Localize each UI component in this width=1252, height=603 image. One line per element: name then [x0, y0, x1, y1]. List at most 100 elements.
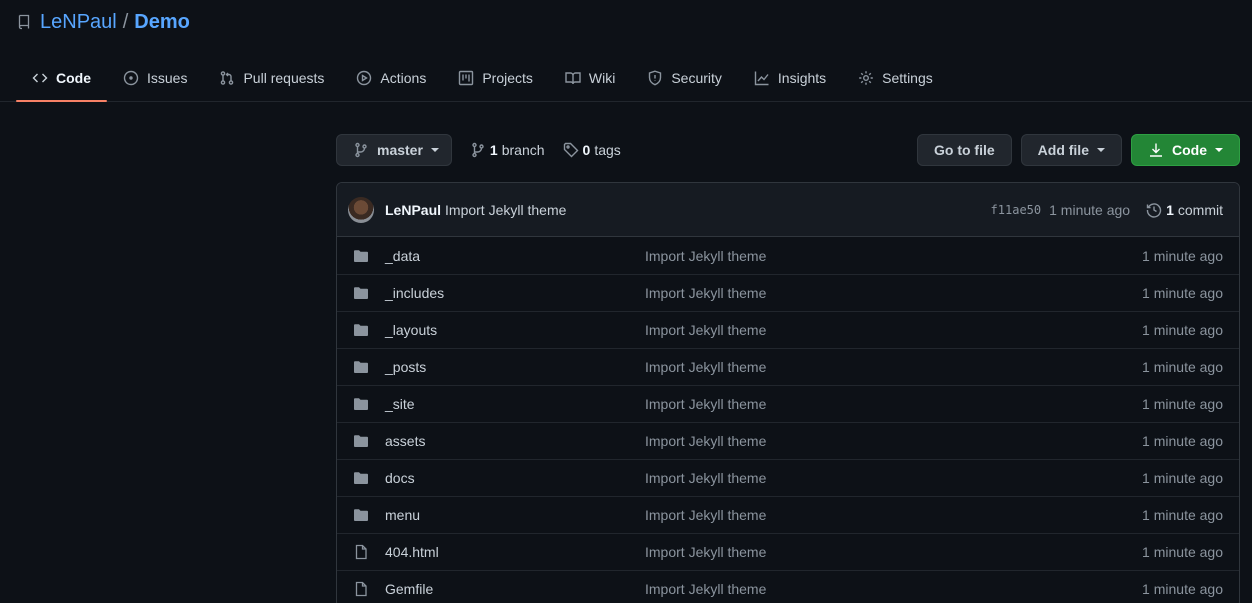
file-name-link[interactable]: Gemfile: [385, 581, 645, 597]
file-icon: [353, 581, 369, 597]
branch-name: master: [377, 142, 423, 158]
folder-icon: [353, 507, 369, 523]
file-row[interactable]: _includes Import Jekyll theme 1 minute ago: [337, 274, 1239, 311]
commit-time: 1 minute ago: [1049, 201, 1131, 218]
tab-label: Insights: [777, 69, 827, 86]
file-name-link[interactable]: menu: [385, 507, 645, 523]
tab-actions[interactable]: Actions: [340, 54, 442, 101]
tab-security[interactable]: Security: [631, 54, 738, 101]
tab-pull-requests[interactable]: Pull requests: [203, 54, 340, 101]
shield-icon: [649, 69, 662, 85]
file-commit-message[interactable]: Import Jekyll theme: [645, 433, 1142, 449]
history-icon: [1146, 202, 1162, 218]
branch-icon: [355, 142, 367, 158]
branches-label: branch: [501, 142, 545, 158]
play-icon: [357, 70, 372, 85]
file-commit-message[interactable]: Import Jekyll theme: [645, 470, 1142, 486]
file-toolbar: master 1 branch 0 tags Go to file Add fi…: [336, 134, 1240, 166]
repo-header: LeNPaul / Demo: [16, 8, 190, 36]
tab-label: Wiki: [588, 69, 616, 86]
tab-label: Issues: [147, 69, 188, 86]
file-name-link[interactable]: _site: [385, 396, 645, 412]
code-button-label: Code: [1172, 142, 1207, 158]
file-age: 1 minute ago: [1142, 581, 1223, 597]
repo-name-link[interactable]: Demo: [134, 11, 190, 34]
file-name-link[interactable]: _layouts: [385, 322, 645, 338]
branch-icon: [472, 142, 484, 158]
file-age: 1 minute ago: [1142, 544, 1223, 560]
file-commit-message[interactable]: Import Jekyll theme: [645, 359, 1142, 375]
book-icon: [565, 71, 581, 84]
file-name-link[interactable]: assets: [385, 433, 645, 449]
tag-icon: [563, 142, 579, 158]
tab-wiki[interactable]: Wiki: [549, 54, 631, 101]
file-row[interactable]: Gemfile Import Jekyll theme 1 minute ago: [337, 570, 1239, 603]
file-name-link[interactable]: 404.html: [385, 544, 645, 560]
add-file-label: Add file: [1037, 142, 1089, 158]
tab-code[interactable]: Code: [16, 54, 107, 102]
file-name-link[interactable]: docs: [385, 470, 645, 486]
gear-icon: [859, 70, 873, 85]
folder-icon: [353, 396, 369, 412]
avatar[interactable]: [348, 196, 374, 223]
commit-count-label: commit: [1177, 201, 1223, 218]
tab-projects[interactable]: Projects: [442, 54, 549, 101]
file-age: 1 minute ago: [1142, 247, 1223, 264]
file-age: 1 minute ago: [1142, 359, 1223, 375]
file-row[interactable]: menu Import Jekyll theme 1 minute ago: [337, 496, 1239, 533]
file-row[interactable]: _layouts Import Jekyll theme 1 minute ago: [337, 311, 1239, 348]
tab-label: Code: [56, 69, 91, 86]
commit-message[interactable]: Import Jekyll theme: [445, 202, 566, 218]
file-browser: LeNPaul Import Jekyll theme f11ae50 1 mi…: [336, 182, 1240, 603]
tab-insights[interactable]: Insights: [738, 54, 842, 101]
chevron-down-icon: [1097, 148, 1105, 152]
latest-commit-bar: LeNPaul Import Jekyll theme f11ae50 1 mi…: [337, 183, 1239, 237]
add-file-button[interactable]: Add file: [1020, 134, 1122, 166]
file-commit-message[interactable]: Import Jekyll theme: [645, 322, 1142, 338]
file-commit-message[interactable]: Import Jekyll theme: [645, 396, 1142, 412]
file-row[interactable]: _site Import Jekyll theme 1 minute ago: [337, 385, 1239, 422]
file-commit-message[interactable]: Import Jekyll theme: [645, 285, 1142, 301]
commits-link[interactable]: 1 commit: [1146, 202, 1223, 218]
tab-label: Projects: [482, 69, 533, 86]
file-commit-message[interactable]: Import Jekyll theme: [645, 581, 1142, 597]
file-age: 1 minute ago: [1142, 285, 1223, 301]
file-age: 1 minute ago: [1142, 396, 1223, 412]
folder-icon: [353, 285, 369, 301]
folder-icon: [353, 248, 369, 264]
repo-separator: /: [122, 10, 129, 33]
file-age: 1 minute ago: [1142, 322, 1223, 338]
repo-owner-link[interactable]: LeNPaul: [40, 11, 117, 34]
project-icon: [459, 70, 474, 85]
file-age: 1 minute ago: [1142, 470, 1223, 486]
file-icon: [353, 544, 369, 560]
file-row[interactable]: assets Import Jekyll theme 1 minute ago: [337, 422, 1239, 459]
file-name-link[interactable]: _data: [385, 248, 645, 264]
commit-sha[interactable]: f11ae50: [991, 203, 1042, 217]
file-row[interactable]: _posts Import Jekyll theme 1 minute ago: [337, 348, 1239, 385]
file-row[interactable]: 404.html Import Jekyll theme 1 minute ago: [337, 533, 1239, 570]
file-commit-message[interactable]: Import Jekyll theme: [645, 544, 1142, 560]
tab-settings[interactable]: Settings: [842, 54, 949, 101]
file-row[interactable]: _data Import Jekyll theme 1 minute ago: [337, 237, 1239, 274]
commit-author[interactable]: LeNPaul: [385, 202, 441, 218]
go-to-file-button[interactable]: Go to file: [916, 134, 1012, 166]
branch-select-button[interactable]: master: [336, 134, 452, 166]
file-name-link[interactable]: _includes: [385, 285, 645, 301]
repo-tabs: Code Issues Pull requests Actions Projec…: [0, 54, 1252, 102]
branches-link[interactable]: 1 branch: [470, 142, 545, 158]
folder-icon: [353, 470, 369, 486]
tab-issues[interactable]: Issues: [107, 54, 203, 101]
file-row[interactable]: docs Import Jekyll theme 1 minute ago: [337, 459, 1239, 496]
chevron-down-icon: [430, 148, 439, 152]
repo-icon: [16, 14, 32, 30]
file-commit-message[interactable]: Import Jekyll theme: [645, 248, 1142, 264]
tags-count: 0: [582, 142, 591, 158]
file-name-link[interactable]: _posts: [385, 359, 645, 375]
folder-icon: [353, 322, 369, 338]
file-commit-message[interactable]: Import Jekyll theme: [645, 507, 1142, 523]
tags-link[interactable]: 0 tags: [563, 142, 621, 158]
code-button[interactable]: Code: [1131, 134, 1240, 166]
commit-count: 1: [1166, 201, 1174, 218]
pull-request-icon: [221, 70, 234, 85]
